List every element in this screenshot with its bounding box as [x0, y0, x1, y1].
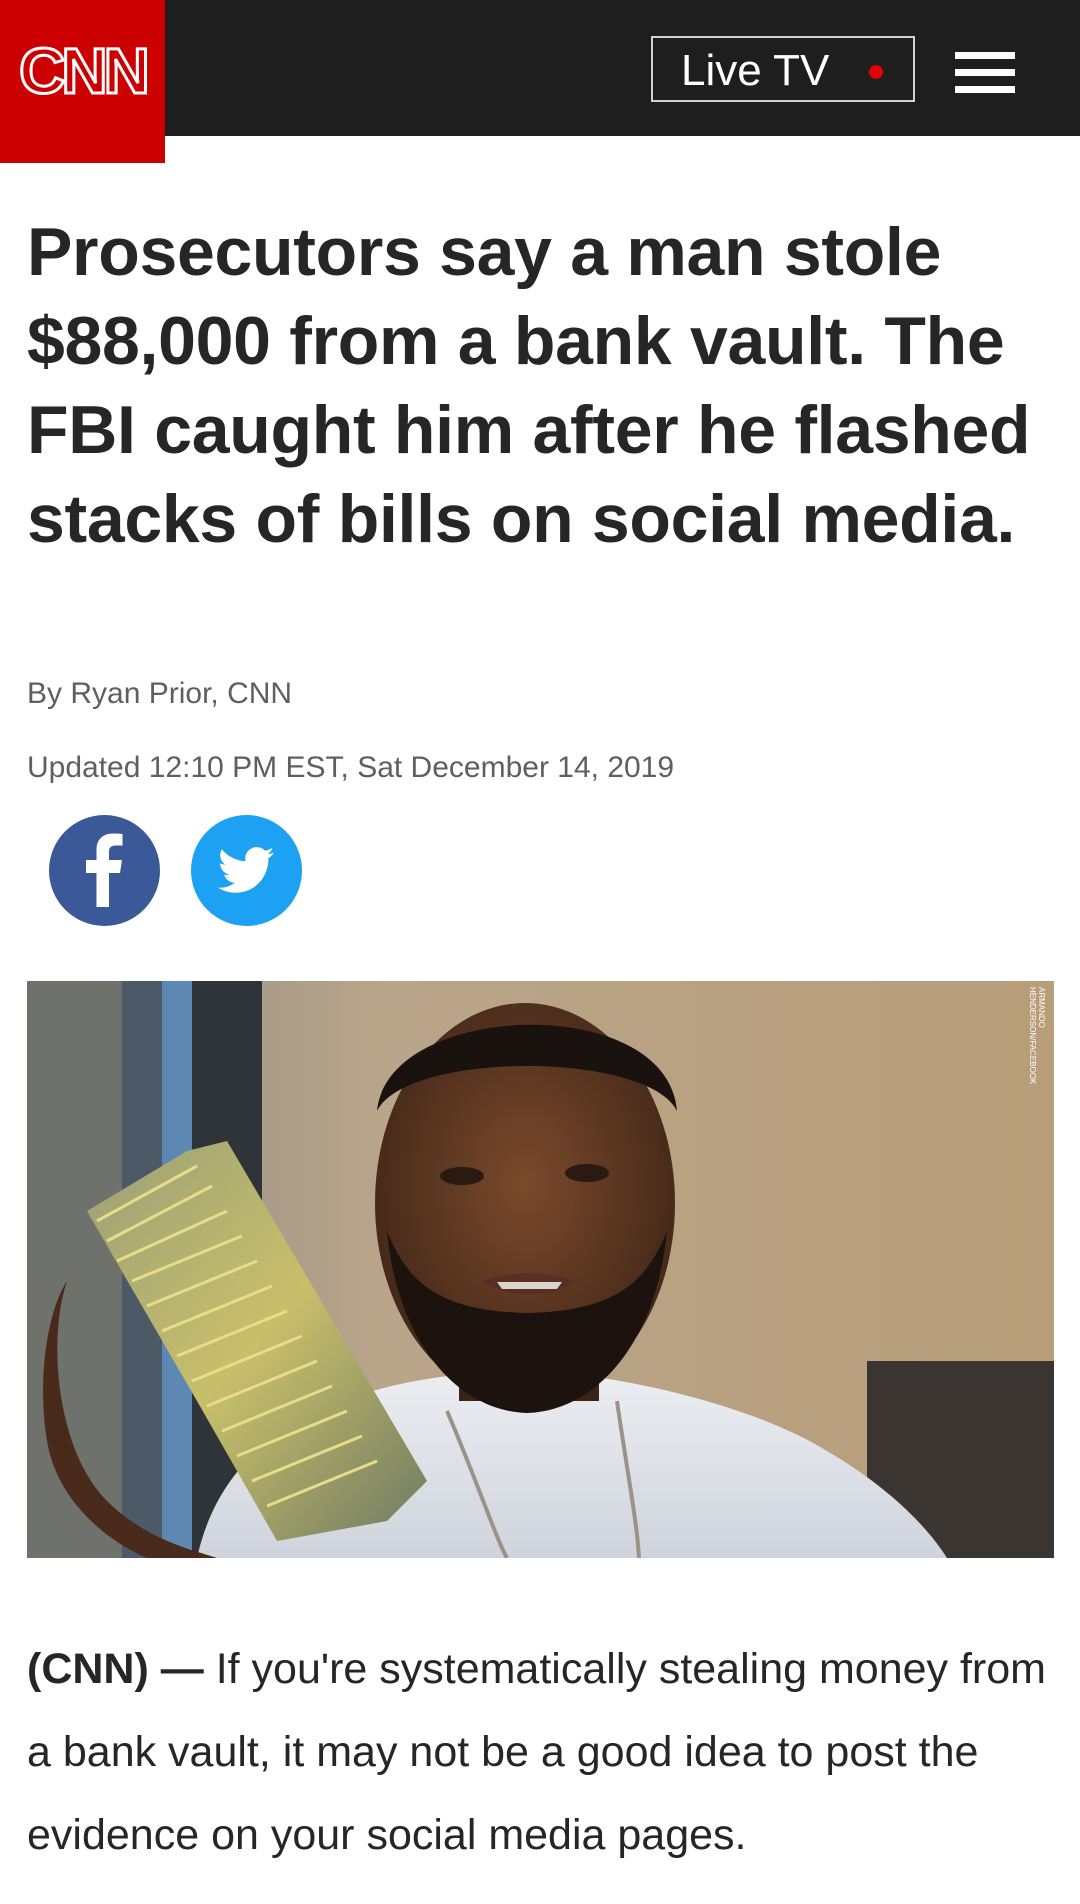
logo-text: CNN	[18, 34, 152, 109]
dateline: (CNN) —	[27, 1645, 204, 1693]
facebook-icon	[86, 833, 123, 907]
facebook-share-button[interactable]	[49, 815, 160, 926]
top-navigation-bar: CNN Live TV	[0, 0, 1080, 163]
photo-credit: ARMANDO HENDERSON/FACEBOOK	[1028, 987, 1046, 1085]
live-indicator-dot-icon	[869, 65, 883, 79]
live-tv-button[interactable]: Live TV	[651, 36, 915, 102]
article-photo[interactable]: ARMANDO HENDERSON/FACEBOOK	[27, 981, 1054, 1558]
article-headline: Prosecutors say a man stole $88,000 from…	[27, 214, 1031, 557]
byline: By Ryan Prior, CNN	[27, 677, 293, 710]
hamburger-menu-icon[interactable]	[955, 52, 1015, 94]
article-lead-paragraph: (CNN) — If you're systematically stealin…	[27, 1628, 1057, 1877]
man-holding-cash-photo	[27, 981, 1054, 1558]
updated-timestamp: Updated 12:10 PM EST, Sat December 14, 2…	[27, 751, 675, 784]
twitter-share-button[interactable]	[191, 815, 302, 926]
cnn-logo[interactable]: CNN	[0, 0, 165, 163]
live-tv-label: Live TV	[681, 46, 830, 95]
twitter-icon	[217, 847, 274, 893]
